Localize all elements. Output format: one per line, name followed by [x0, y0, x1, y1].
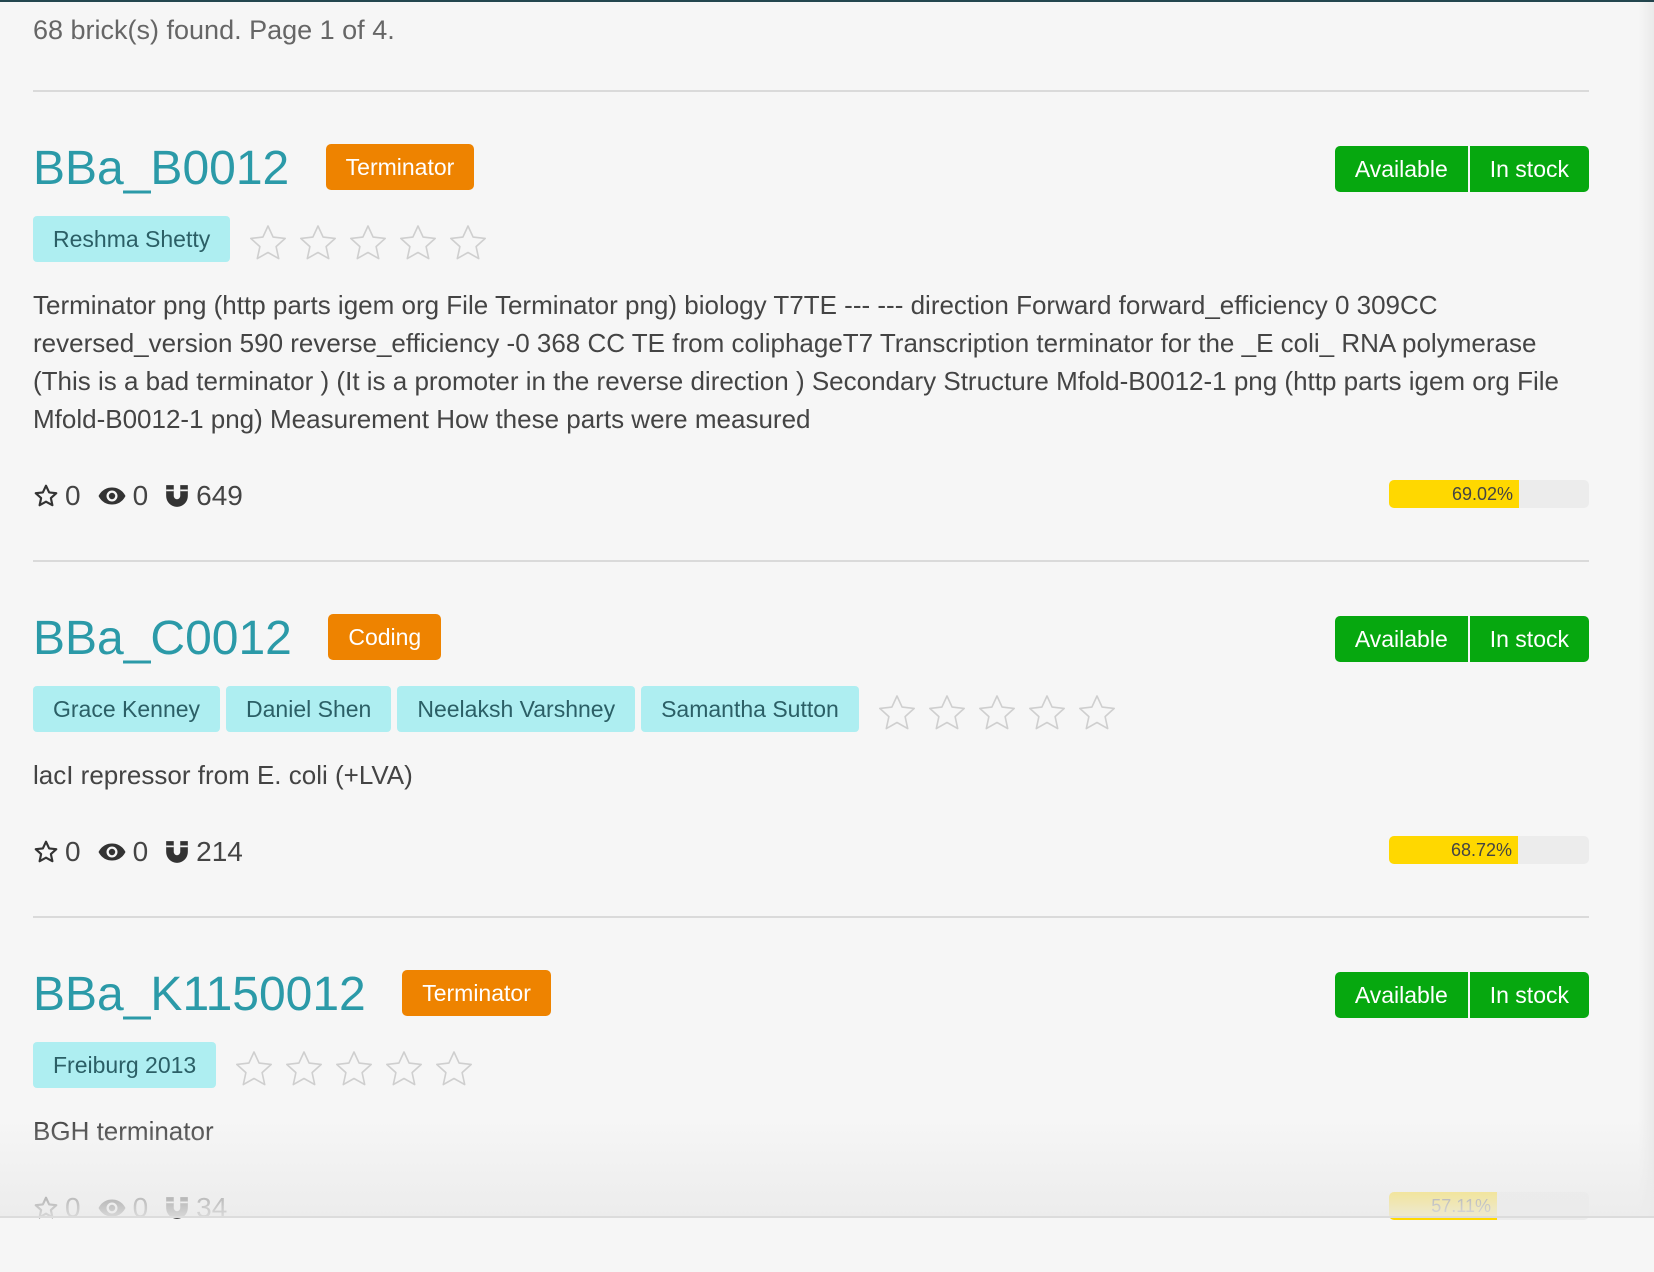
- rating-star-icon[interactable]: [877, 693, 917, 733]
- rating-stars[interactable]: [248, 223, 498, 263]
- star-outline-icon: [34, 840, 58, 863]
- brick-stats: 0 0 214: [33, 832, 1589, 872]
- brick-stats-row: 0 0 214 68.72%: [33, 832, 1589, 872]
- brick-item: BBa_C0012 Coding Available In stock Grac…: [33, 614, 1589, 918]
- rating-star-icon[interactable]: [1077, 693, 1117, 733]
- availability-status: Available In stock: [1334, 146, 1589, 192]
- score-progress-bar: 68.72%: [1389, 836, 1589, 864]
- availability-status: Available In stock: [1334, 972, 1589, 1018]
- availability-status: Available In stock: [1334, 616, 1589, 662]
- brick-name-link[interactable]: BBa_C0012: [33, 614, 292, 664]
- favorite-count: 0: [65, 1192, 81, 1223]
- author-tags: Grace Kenney Daniel Shen Neelaksh Varshney…: [33, 686, 865, 732]
- results-summary-text: 68 brick(s) found. Page 1 of 4.: [33, 15, 395, 45]
- scroll-shadow: [1638, 0, 1654, 1218]
- status-available-badge: Available: [1334, 616, 1470, 662]
- eye-icon: [98, 487, 126, 505]
- views-stat: 0: [97, 480, 149, 512]
- favorite-stat[interactable]: 0: [33, 836, 81, 868]
- results-container: 68 brick(s) found. Page 1 of 4. BBa_B001…: [33, 0, 1589, 1272]
- rating-star-icon[interactable]: [334, 1049, 374, 1089]
- author-tag[interactable]: Freiburg 2013: [33, 1042, 217, 1088]
- brick-name-link[interactable]: BBa_B0012: [33, 144, 289, 194]
- views-stat: 0: [97, 1192, 149, 1224]
- uses-stat: 649: [164, 480, 243, 512]
- rating-stars[interactable]: [234, 1049, 484, 1089]
- author-tag[interactable]: Reshma Shetty: [33, 216, 231, 262]
- author-tag[interactable]: Grace Kenney: [33, 686, 221, 732]
- rating-star-icon[interactable]: [434, 1049, 474, 1089]
- author-tag[interactable]: Daniel Shen: [226, 686, 392, 732]
- rating-star-icon[interactable]: [398, 223, 438, 263]
- score-label: 69.02%: [1451, 484, 1513, 504]
- brick-name-link[interactable]: BBa_K1150012: [33, 970, 366, 1020]
- author-tags: Freiburg 2013: [33, 1042, 222, 1088]
- views-count: 0: [132, 836, 149, 867]
- rating-star-icon[interactable]: [384, 1049, 424, 1089]
- rating-star-icon[interactable]: [1027, 693, 1067, 733]
- views-count: 0: [132, 480, 149, 511]
- brick-list: BBa_B0012 Terminator Available In stock …: [33, 144, 1589, 1228]
- brick-description: Terminator png (http parts igem org File…: [33, 290, 1559, 434]
- authors-rating-row: Freiburg 2013: [33, 1042, 1589, 1088]
- rating-star-icon[interactable]: [234, 1049, 274, 1089]
- views-stat: 0: [97, 836, 149, 868]
- brick-type-badge[interactable]: Terminator: [402, 970, 551, 1016]
- rating-star-icon[interactable]: [298, 223, 338, 263]
- brick-header: BBa_C0012 Coding Available In stock: [33, 614, 1589, 664]
- uses-count: 649: [196, 480, 243, 511]
- uses-count: 214: [196, 836, 243, 867]
- favorite-count: 0: [65, 480, 81, 511]
- brick-item: BBa_B0012 Terminator Available In stock …: [33, 144, 1589, 562]
- status-available-badge: Available: [1334, 146, 1470, 192]
- rating-star-icon[interactable]: [348, 223, 388, 263]
- favorite-stat[interactable]: 0: [33, 480, 81, 512]
- score-progress-bar: 69.02%: [1389, 480, 1589, 508]
- brick-description: BGH terminator: [33, 1116, 214, 1146]
- star-outline-icon: [34, 484, 58, 507]
- uses-stat: 214: [164, 836, 243, 868]
- rating-star-icon[interactable]: [248, 223, 288, 263]
- views-count: 0: [132, 1192, 149, 1223]
- results-summary: 68 brick(s) found. Page 1 of 4.: [33, 0, 1589, 92]
- brick-header: BBa_B0012 Terminator Available In stock: [33, 144, 1589, 194]
- status-stock-badge: In stock: [1469, 146, 1589, 192]
- authors-rating-row: Grace Kenney Daniel Shen Neelaksh Varshney…: [33, 686, 1589, 732]
- magnet-icon: [166, 485, 188, 507]
- author-tag[interactable]: Neelaksh Varshney: [397, 686, 636, 732]
- authors-rating-row: Reshma Shetty: [33, 216, 1589, 262]
- brick-stats-row: 0 0 34 57.11%: [33, 1188, 1589, 1228]
- eye-icon: [98, 843, 126, 861]
- brick-stats-row: 0 0 649 69.02%: [33, 476, 1589, 516]
- rating-star-icon[interactable]: [448, 223, 488, 263]
- favorite-stat[interactable]: 0: [33, 1192, 81, 1224]
- brick-description: lacI repressor from E. coli (+LVA): [33, 760, 413, 790]
- brick-header: BBa_K1150012 Terminator Available In sto…: [33, 970, 1589, 1020]
- brick-type-badge[interactable]: Terminator: [325, 144, 475, 190]
- favorite-count: 0: [65, 836, 81, 867]
- brick-stats: 0 0 649: [33, 476, 1589, 516]
- status-stock-badge: In stock: [1469, 972, 1589, 1018]
- uses-stat: 34: [164, 1192, 227, 1224]
- brick-stats: 0 0 34: [33, 1188, 1589, 1228]
- rating-stars[interactable]: [877, 693, 1127, 733]
- rating-star-icon[interactable]: [284, 1049, 324, 1089]
- status-available-badge: Available: [1334, 972, 1470, 1018]
- score-label: 68.72%: [1450, 840, 1512, 860]
- status-stock-badge: In stock: [1469, 616, 1589, 662]
- magnet-icon: [166, 841, 188, 863]
- author-tag[interactable]: Samantha Sutton: [641, 686, 859, 732]
- author-tags: Reshma Shetty: [33, 216, 236, 262]
- rating-star-icon[interactable]: [927, 693, 967, 733]
- brick-type-badge[interactable]: Coding: [328, 614, 442, 660]
- rating-star-icon[interactable]: [977, 693, 1017, 733]
- brick-item: BBa_K1150012 Terminator Available In sto…: [33, 970, 1589, 1228]
- uses-count: 34: [196, 1192, 228, 1223]
